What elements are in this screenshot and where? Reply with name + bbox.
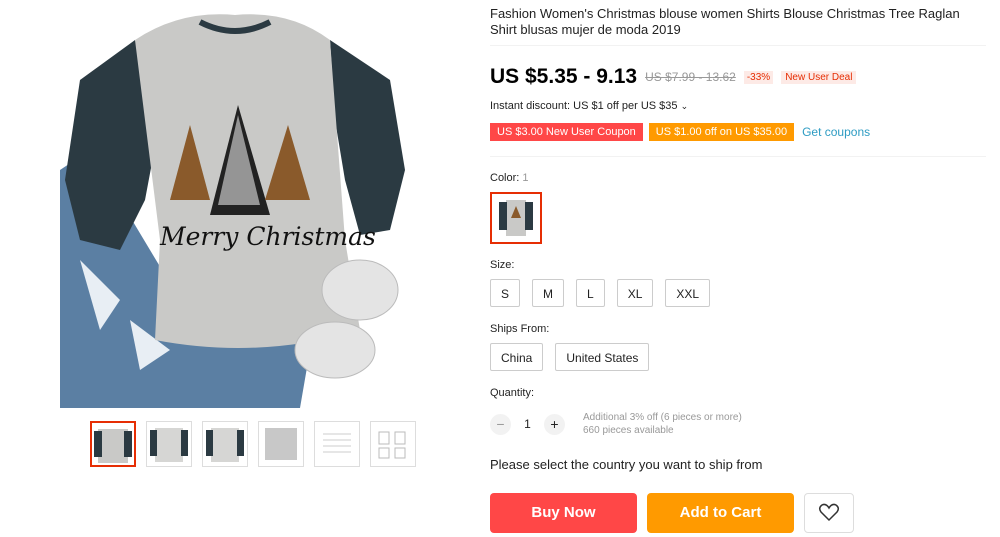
- size-option-m[interactable]: M: [532, 279, 565, 307]
- size-option-l[interactable]: L: [576, 279, 605, 307]
- ships-from-china[interactable]: China: [490, 343, 544, 371]
- color-label: Color: 1: [490, 172, 529, 184]
- thumbnail-strip: [90, 421, 416, 467]
- wishlist-button[interactable]: [804, 493, 854, 533]
- divider: [490, 156, 986, 157]
- size-options: S M L XL XXL: [490, 279, 711, 307]
- heart-icon: [818, 503, 840, 522]
- thumbnail-5[interactable]: [314, 421, 360, 467]
- new-user-deal-badge: New User Deal: [781, 70, 857, 84]
- instant-discount[interactable]: Instant discount: US $1 off per US $35 ⌄: [490, 100, 688, 112]
- thumbnail-1[interactable]: [90, 421, 136, 467]
- color-label-text: Color:: [490, 172, 520, 184]
- divider: [490, 45, 986, 46]
- get-coupons-link[interactable]: Get coupons: [802, 125, 870, 139]
- thumbnail-2[interactable]: [146, 421, 192, 467]
- thumbnail-3[interactable]: [202, 421, 248, 467]
- color-count: 1: [522, 172, 529, 184]
- quantity-label: Quantity:: [490, 387, 535, 399]
- availability-text: 660 pieces available: [583, 425, 674, 436]
- size-label: Size:: [490, 259, 515, 271]
- size-option-xxl[interactable]: XXL: [665, 279, 711, 307]
- instant-discount-text: Instant discount: US $1 off per US $35: [490, 100, 678, 112]
- ships-from-options: China United States: [490, 343, 650, 371]
- product-title: Fashion Women's Christmas blouse women S…: [490, 6, 960, 37]
- size-option-xl[interactable]: XL: [616, 279, 654, 307]
- thumbnail-6[interactable]: [370, 421, 416, 467]
- discount-badge: -33%: [743, 70, 774, 84]
- new-user-coupon[interactable]: US $3.00 New User Coupon: [490, 123, 643, 141]
- add-to-cart-button[interactable]: Add to Cart: [647, 493, 794, 533]
- quantity-value[interactable]: 1: [511, 417, 544, 431]
- current-price: US $5.35 - 9.13: [490, 65, 638, 88]
- quantity-stepper: − 1 + Additional 3% off (6 pieces or mor…: [490, 411, 742, 437]
- quantity-decrease-button[interactable]: −: [490, 413, 511, 435]
- bulk-offer-text: Additional 3% off (6 pieces or more): [583, 412, 742, 423]
- quantity-note: Additional 3% off (6 pieces or more) 660…: [583, 411, 742, 437]
- coupon-row: US $3.00 New User Coupon US $1.00 off on…: [490, 123, 870, 141]
- size-option-s[interactable]: S: [490, 279, 521, 307]
- original-price: US $7.99 - 13.62: [645, 70, 736, 84]
- shirt-illustration: [60, 14, 405, 408]
- quantity-increase-button[interactable]: +: [544, 413, 565, 435]
- price-row: US $5.35 - 9.13 US $7.99 - 13.62 -33% Ne…: [490, 65, 857, 89]
- color-option-1[interactable]: [490, 192, 542, 244]
- shipping-message: Please select the country you want to sh…: [490, 457, 763, 472]
- ships-from-united-states[interactable]: United States: [555, 343, 650, 371]
- main-product-image[interactable]: Merry Christmas: [60, 0, 408, 408]
- ships-from-label: Ships From:: [490, 323, 550, 335]
- chevron-down-icon: ⌄: [680, 101, 689, 111]
- thumbnail-4[interactable]: [258, 421, 304, 467]
- store-coupon[interactable]: US $1.00 off on US $35.00: [648, 123, 795, 141]
- image-caption: Merry Christmas: [160, 222, 376, 251]
- buy-now-button[interactable]: Buy Now: [490, 493, 637, 533]
